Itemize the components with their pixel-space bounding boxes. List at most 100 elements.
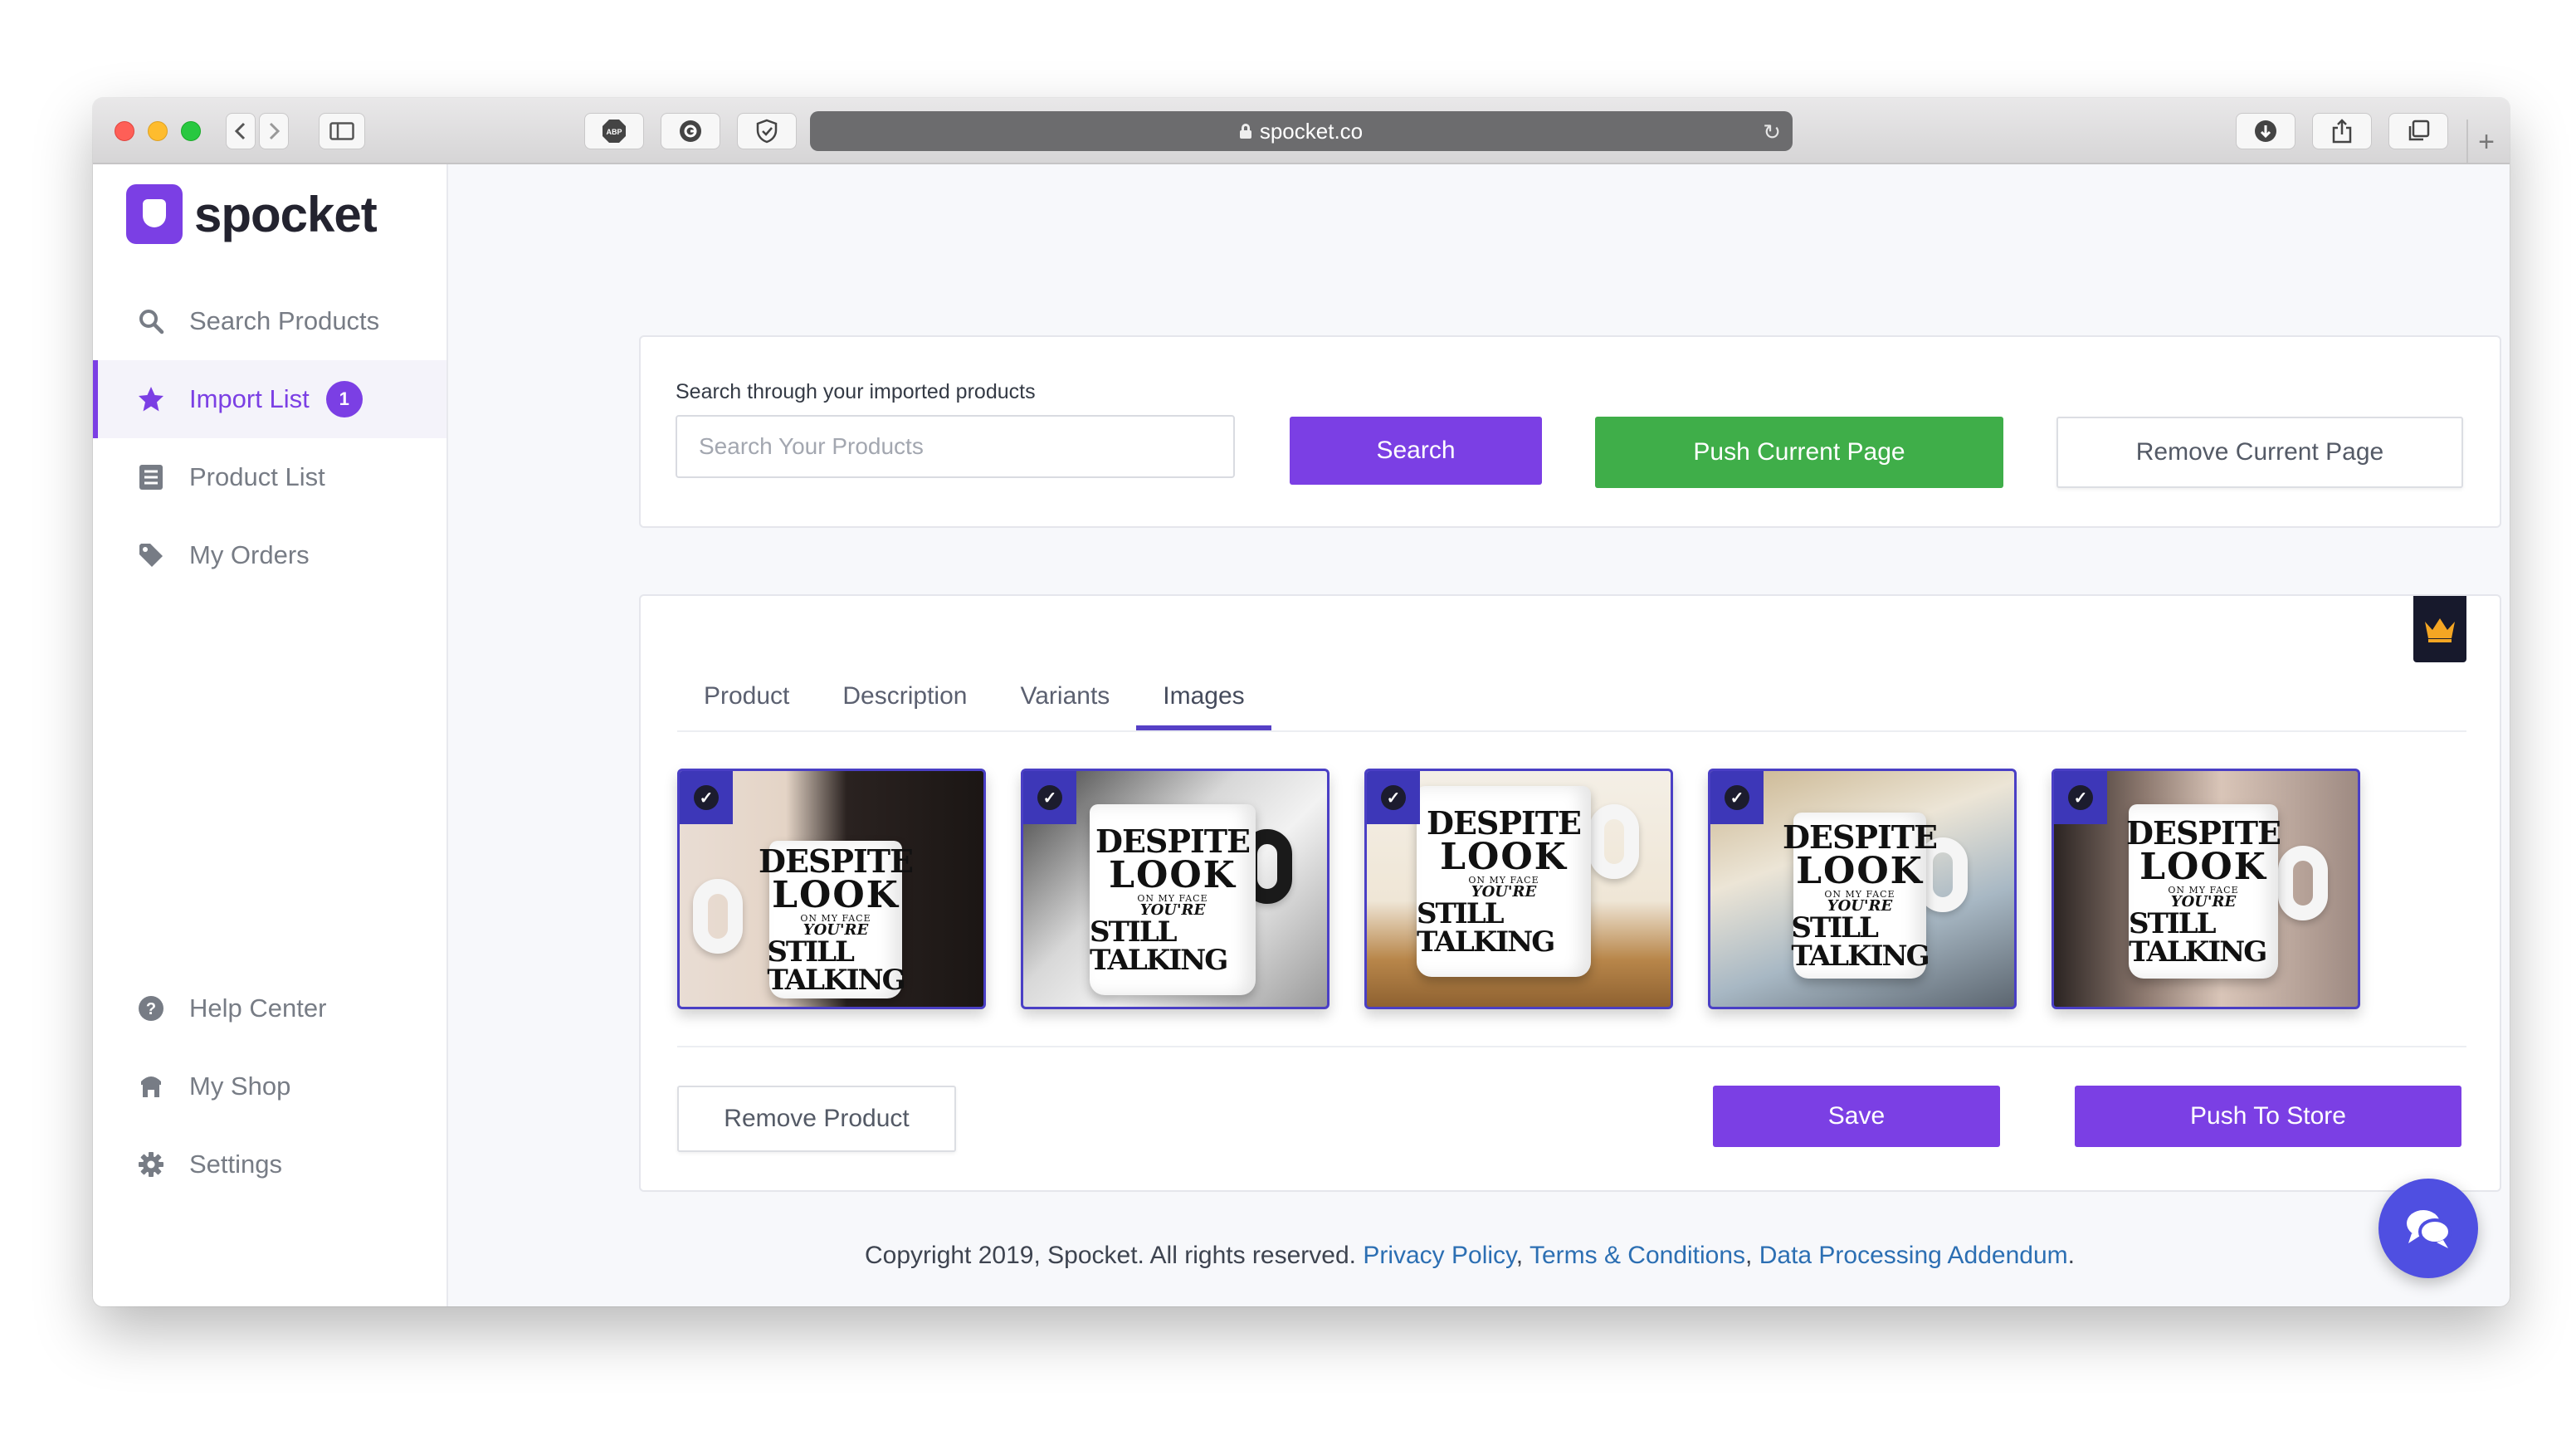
push-current-page-button[interactable]: Push Current Page — [1595, 417, 2003, 488]
product-tabs: Product Description Variants Images — [677, 662, 1272, 730]
chevron-left-icon — [234, 122, 246, 140]
star-icon — [136, 384, 166, 414]
image-gallery: ✓ DESPITE LOOK ON MY FACE YOU'RE STILL TALKI… — [677, 769, 2360, 1009]
sidebar-item-label: Help Center — [189, 993, 327, 1023]
close-window-button[interactable] — [115, 121, 134, 141]
sidebar-item-settings[interactable]: Settings — [93, 1125, 446, 1203]
minimize-window-button[interactable] — [148, 121, 168, 141]
main-content: Search through your imported products Se… — [448, 164, 2510, 1306]
brand-logo[interactable]: spocket — [126, 184, 378, 244]
sidebar-item-help-center[interactable]: ? Help Center — [93, 969, 446, 1047]
product-image[interactable]: ✓ DESPITE LOOK ON MY FACE YOU'RE STILL TALKI… — [1364, 769, 1673, 1009]
search-panel: Search through your imported products Se… — [639, 335, 2501, 528]
check-icon: ✓ — [2068, 785, 2093, 810]
tab-images[interactable]: Images — [1136, 662, 1272, 730]
adblock-extension-button[interactable]: ABP — [584, 113, 644, 149]
sidebar-item-label: Import List — [189, 384, 310, 413]
share-button[interactable] — [2312, 113, 2372, 149]
search-icon — [136, 306, 166, 336]
footer-text: Copyright 2019, Spocket. All rights rese… — [865, 1242, 2075, 1270]
product-image[interactable]: ✓ DESPITE LOOK ON MY FACE YOU'RE STILL TALKI… — [1021, 769, 1329, 1009]
sidebar-item-label: Product List — [189, 462, 325, 491]
image-selected-checkbox[interactable]: ✓ — [1710, 771, 1764, 824]
mug-artwork: DESPITE LOOK ON MY FACE YOU'RE STILL TALKING — [1090, 804, 1256, 995]
remove-current-page-button[interactable]: Remove Current Page — [2056, 417, 2463, 488]
sidebar-item-import-list[interactable]: Import List 1 — [93, 360, 446, 438]
premium-crown-badge[interactable] — [2413, 596, 2466, 662]
image-selected-checkbox[interactable]: ✓ — [680, 771, 733, 824]
browser-toolbar: ABP spocket.co ↻ + — [93, 98, 2510, 164]
shield-extension-button[interactable] — [737, 113, 797, 149]
chat-launcher-button[interactable] — [2378, 1179, 2478, 1278]
tab-product[interactable]: Product — [677, 662, 816, 730]
terms-link[interactable]: Terms & Conditions — [1530, 1242, 1745, 1269]
brand-name: spocket — [194, 186, 378, 242]
separator: , — [1745, 1242, 1759, 1269]
period: . — [2067, 1242, 2075, 1269]
product-image[interactable]: ✓ DESPITE LOOK ON MY FACE YOU'RE STILL TALKI… — [677, 769, 986, 1009]
screenshot-stage: ABP spocket.co ↻ + spocket Search Produc… — [0, 0, 2576, 1445]
product-image[interactable]: ✓ DESPITE LOOK ON MY FACE YOU'RE STILL TALKI… — [2052, 769, 2360, 1009]
mug-artwork: DESPITE LOOK ON MY FACE YOU'RE STILL TALKING — [2126, 804, 2281, 979]
tabs-icon — [2408, 120, 2430, 141]
import-count-badge: 1 — [325, 381, 363, 417]
check-icon: ✓ — [1037, 785, 1062, 810]
check-icon: ✓ — [1725, 785, 1749, 810]
product-image[interactable]: ✓ DESPITE LOOK ON MY FACE YOU'RE STILL TALKI… — [1708, 769, 2017, 1009]
chat-icon — [2407, 1210, 2452, 1248]
image-selected-checkbox[interactable]: ✓ — [1023, 771, 1076, 824]
adblock-icon: ABP — [603, 120, 626, 143]
back-button[interactable] — [226, 113, 256, 149]
mug-artwork: DESPITE LOOK ON MY FACE YOU'RE STILL TALKING — [1417, 786, 1591, 977]
list-icon — [136, 462, 166, 492]
help-icon: ? — [136, 993, 166, 1023]
sidebar-item-label: My Orders — [189, 540, 310, 569]
downloads-button[interactable] — [2236, 113, 2295, 149]
tab-variants[interactable]: Variants — [993, 662, 1136, 730]
svg-text:ABP: ABP — [606, 128, 622, 136]
sidebar-item-label: Settings — [189, 1150, 283, 1179]
sidebar-item-my-shop[interactable]: My Shop — [93, 1047, 446, 1125]
browser-window: ABP spocket.co ↻ + spocket Search Produc… — [93, 98, 2510, 1306]
forward-button[interactable] — [259, 113, 289, 149]
tab-description[interactable]: Description — [816, 662, 993, 730]
separator: , — [1515, 1242, 1530, 1269]
data-processing-link[interactable]: Data Processing Addendum — [1759, 1242, 2068, 1269]
sidebar-item-my-orders[interactable]: My Orders — [93, 516, 446, 594]
chevron-right-icon — [269, 122, 281, 140]
maximize-window-button[interactable] — [181, 121, 201, 141]
tabs-overview-button[interactable] — [2388, 113, 2448, 149]
svg-text:?: ? — [146, 1000, 156, 1018]
grammarly-extension-button[interactable] — [661, 113, 720, 149]
privacy-policy-link[interactable]: Privacy Policy — [1363, 1242, 1515, 1269]
gear-icon — [136, 1150, 166, 1179]
search-input[interactable] — [676, 415, 1235, 478]
push-to-store-button[interactable]: Push To Store — [2075, 1086, 2461, 1147]
new-tab-button[interactable]: + — [2466, 120, 2505, 164]
tabs-divider — [677, 730, 2466, 732]
mug-artwork: DESPITE LOOK ON MY FACE YOU'RE STILL TALKING — [759, 841, 914, 998]
shield-icon — [756, 119, 778, 144]
copyright-text: Copyright 2019, Spocket. All rights rese… — [865, 1242, 1364, 1269]
reload-icon[interactable]: ↻ — [1763, 120, 1781, 145]
save-button[interactable]: Save — [1713, 1086, 2000, 1147]
sidebar-item-search-products[interactable]: Search Products — [93, 282, 446, 360]
check-icon: ✓ — [694, 785, 719, 810]
grammarly-icon — [680, 120, 701, 142]
download-icon — [2255, 120, 2276, 142]
search-button[interactable]: Search — [1290, 417, 1542, 485]
sidebar-toggle-button[interactable] — [319, 113, 365, 149]
tag-icon — [136, 540, 166, 570]
image-selected-checkbox[interactable]: ✓ — [2054, 771, 2107, 824]
sidebar: spocket Search Products Import List 1 Pr… — [93, 164, 448, 1306]
url-text: spocket.co — [1259, 118, 1364, 144]
remove-product-button[interactable]: Remove Product — [677, 1086, 956, 1152]
check-icon: ✓ — [1381, 785, 1406, 810]
sidebar-item-label: My Shop — [189, 1072, 291, 1101]
sidebar-item-product-list[interactable]: Product List — [93, 438, 446, 516]
image-selected-checkbox[interactable]: ✓ — [1367, 771, 1420, 824]
address-bar[interactable]: spocket.co ↻ — [810, 111, 1793, 151]
search-label: Search through your imported products — [676, 380, 1036, 403]
product-panel: Product Description Variants Images ✓ DE… — [639, 594, 2501, 1192]
actions-divider — [677, 1046, 2466, 1047]
